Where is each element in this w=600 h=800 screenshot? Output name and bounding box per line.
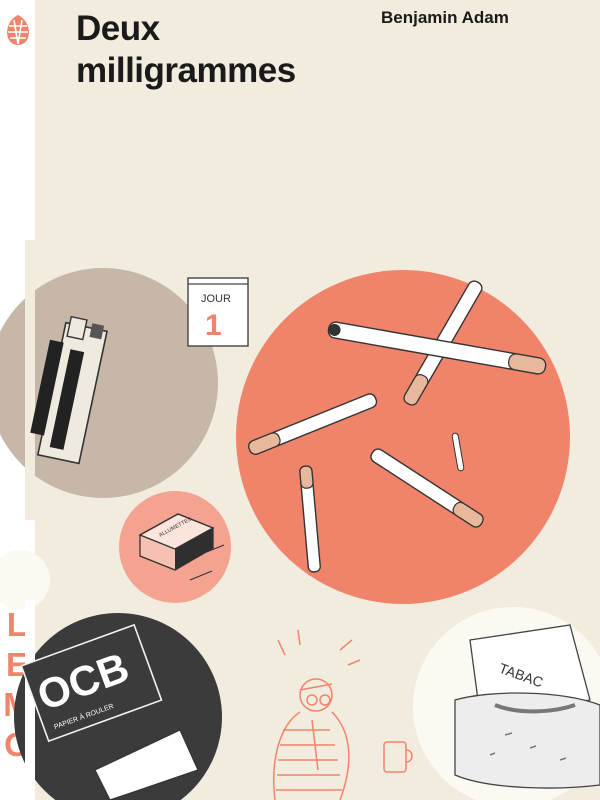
cigarettes-illustration — [236, 270, 570, 604]
book-cover: O L E M O Deux milligrammes Benjamin Ada… — [0, 0, 600, 800]
svg-text:1: 1 — [205, 309, 222, 342]
rolling-papers-illustration: OCB PAPIER À ROULER — [14, 600, 222, 800]
cover-illustration: JOUR 1 ALLUMETTES OCB PAPIER À ROULER TA… — [0, 240, 600, 800]
lighter-illustration — [0, 240, 218, 520]
calendar-illustration: JOUR 1 — [187, 277, 249, 347]
person-illustration — [272, 629, 413, 800]
matchbox-illustration: ALLUMETTES — [119, 491, 231, 603]
tobacco-pouch-illustration: TABAC — [413, 607, 600, 800]
svg-text:JOUR: JOUR — [201, 293, 231, 305]
